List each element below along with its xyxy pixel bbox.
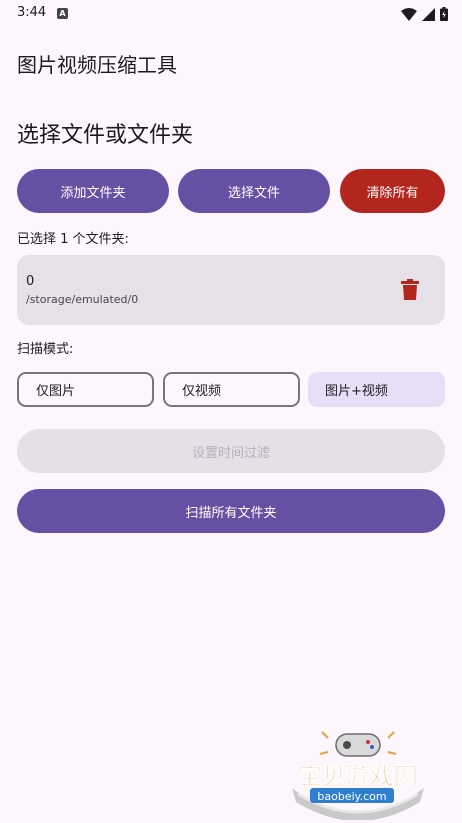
battery-charging-icon: [440, 7, 448, 21]
notification-icon: A: [57, 8, 68, 19]
signal-icon: [422, 7, 435, 21]
section-title: 选择文件或文件夹: [17, 123, 194, 148]
selection-summary: 已选择 1 个文件夹:: [17, 232, 129, 247]
clear-all-button[interactable]: 清除所有: [340, 169, 445, 213]
status-icons: [401, 6, 448, 22]
select-file-button[interactable]: 选择文件: [178, 169, 330, 213]
watermark-brand: 宝贝游戏网: [298, 762, 418, 790]
chip-images-only[interactable]: 仅图片: [17, 372, 154, 407]
scan-mode-label: 扫描模式:: [17, 342, 74, 357]
wifi-icon: [401, 7, 417, 21]
scan-all-folders-button[interactable]: 扫描所有文件夹: [17, 489, 445, 533]
watermark-domain: baobeiy.com: [317, 790, 386, 803]
folder-path: /storage/emulated/0: [26, 293, 139, 306]
chip-images-and-videos[interactable]: 图片+视频: [308, 372, 445, 407]
folder-name: 0: [26, 274, 35, 289]
add-folder-button[interactable]: 添加文件夹: [17, 169, 169, 213]
watermark-logo: 宝贝游戏网 baobeiy.com: [292, 731, 424, 820]
status-bar: 3:44 A: [0, 0, 462, 28]
time-filter-button[interactable]: 设置时间过滤: [17, 429, 445, 473]
status-time: 3:44: [17, 5, 47, 20]
folder-list-item: 0 /storage/emulated/0: [17, 255, 445, 325]
screen: 3:44 A 图片视频压缩工具 选择文件或文件夹 添加文件夹 选择文件 清除所有…: [0, 0, 462, 823]
delete-icon[interactable]: [401, 279, 419, 300]
chip-videos-only[interactable]: 仅视频: [163, 372, 300, 407]
app-title: 图片视频压缩工具: [17, 53, 177, 77]
